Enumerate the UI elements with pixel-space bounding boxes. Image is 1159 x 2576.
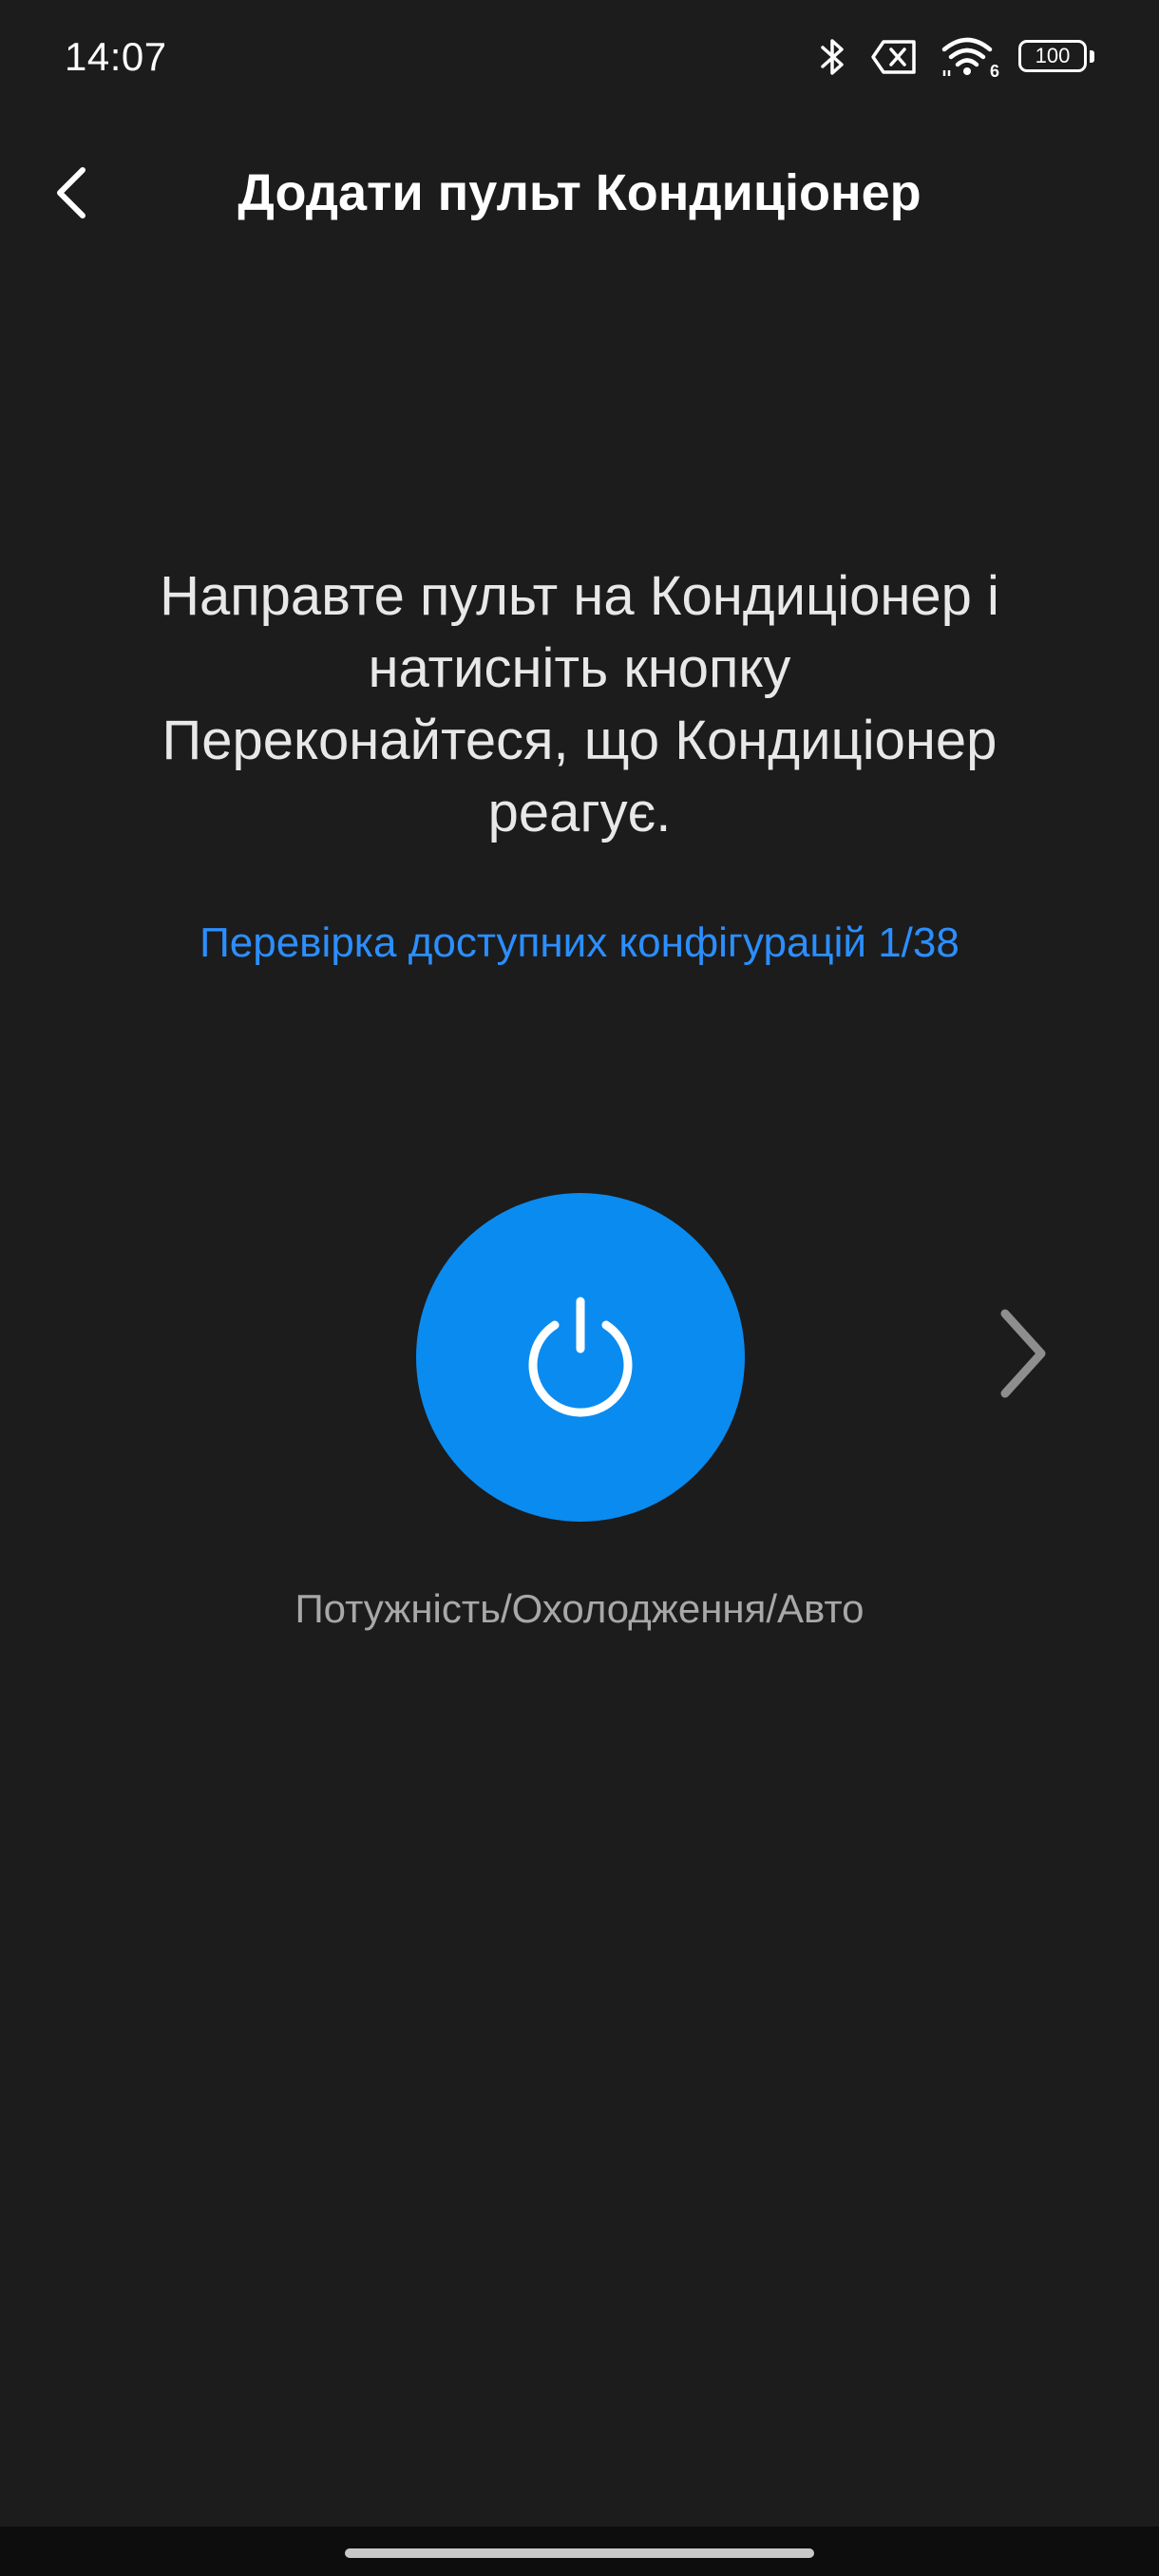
power-test-button[interactable] (416, 1193, 745, 1522)
battery-icon: 100 (1018, 40, 1094, 74)
button-label: Потужність/Охолодження/Авто (294, 1586, 864, 1631)
instruction-line: Переконайтеся, що Кондиціонер (162, 710, 998, 771)
wifi-generation-label: 6 (989, 62, 999, 81)
home-indicator[interactable] (345, 2548, 814, 2558)
header: Додати пульт Кондиціонер (0, 142, 1159, 249)
status-time: 14:07 (65, 34, 167, 79)
next-configuration-button[interactable] (986, 1303, 1062, 1408)
instruction-text: Направте пульт на Кондиціонер і натисніт… (76, 560, 1083, 849)
status-icons: 6 100 (819, 36, 1094, 81)
configuration-progress: Перевірка доступних конфігурацій 1/38 (200, 919, 960, 966)
bluetooth-icon (819, 36, 847, 78)
battery-body: 100 (1018, 40, 1087, 72)
instruction-line: Направте пульт на Кондиціонер і (160, 565, 999, 627)
sim-off-icon (870, 38, 918, 76)
page-title: Додати пульт Кондиціонер (238, 164, 922, 221)
power-icon (519, 1294, 642, 1422)
instruction-line: натисніть кнопку (368, 637, 791, 699)
status-bar: 14:07 6 100 (0, 0, 1159, 123)
battery-tip (1090, 50, 1094, 63)
wifi-icon: 6 (940, 36, 999, 81)
chevron-right-icon (996, 1306, 1053, 1406)
battery-level: 100 (1035, 44, 1071, 67)
instruction-line: реагує. (487, 782, 672, 843)
